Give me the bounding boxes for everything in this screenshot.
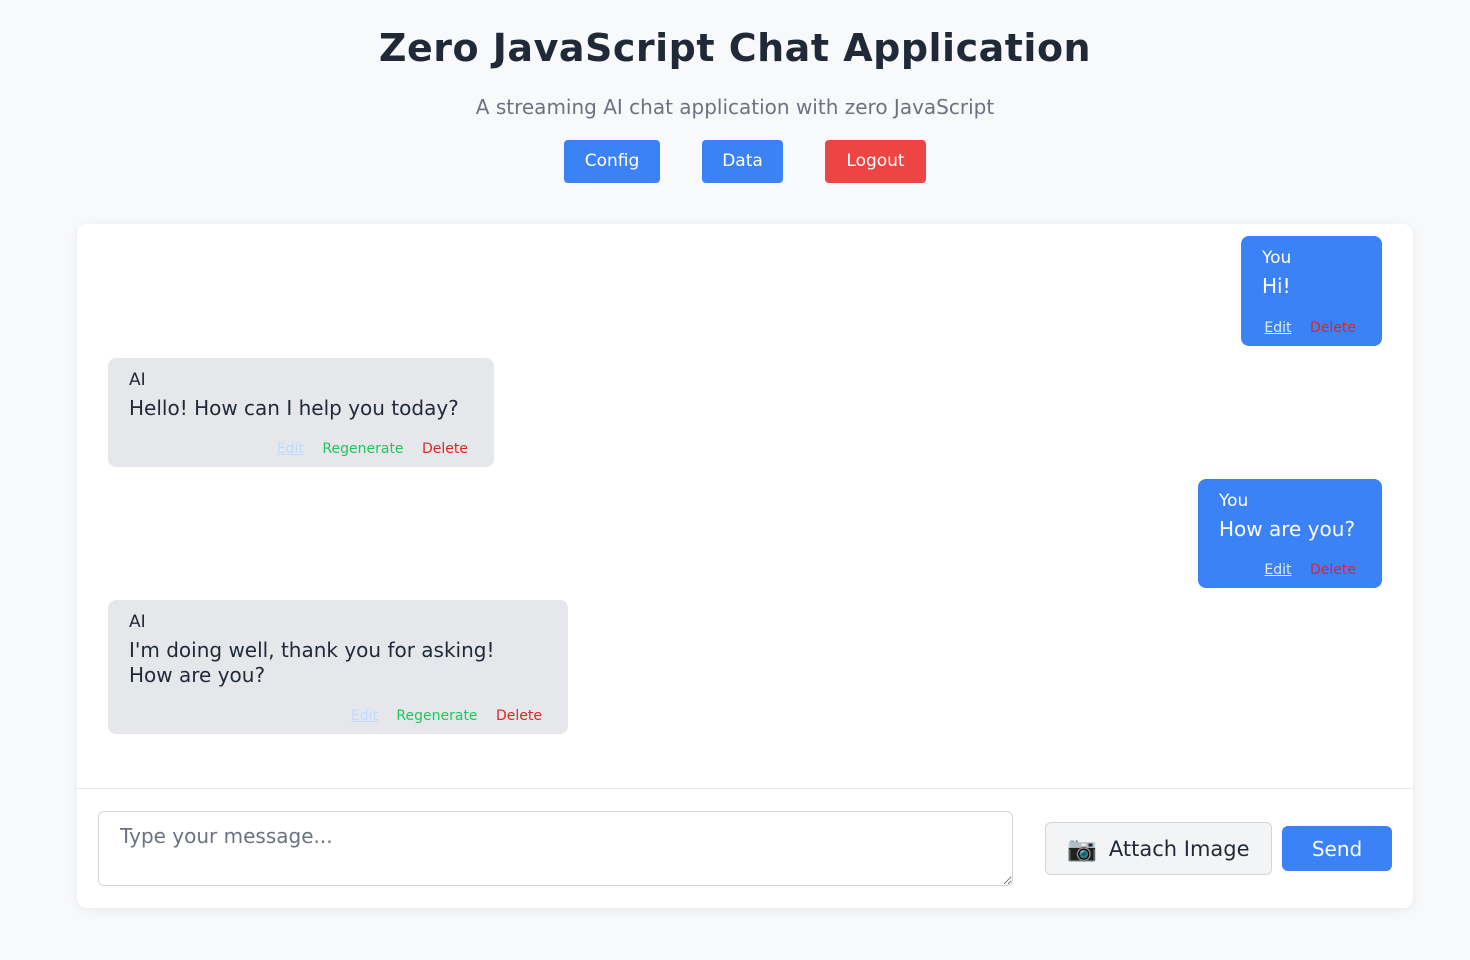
message-user-2: You How are you? Edit Delete	[1198, 479, 1382, 588]
delete-link[interactable]: Delete	[496, 708, 542, 724]
message-actions: Edit Delete	[1250, 562, 1356, 578]
config-button[interactable]: Config	[564, 140, 660, 183]
chat-card: You Hi! Edit Delete AI Hello! How can I …	[77, 224, 1413, 908]
page-title: Zero JavaScript Chat Application	[378, 26, 1092, 70]
page-subtitle: A streaming AI chat application with zer…	[475, 95, 995, 119]
attach-image-button[interactable]: 📷 Attach Image	[1045, 822, 1272, 875]
message-actions: Edit Delete	[1250, 320, 1356, 336]
message-input[interactable]	[98, 811, 1013, 886]
edit-link[interactable]: Edit	[1264, 320, 1291, 336]
attach-image-label: Attach Image	[1108, 836, 1250, 861]
regenerate-link[interactable]: Regenerate	[396, 708, 477, 724]
delete-link[interactable]: Delete	[1310, 320, 1356, 336]
regenerate-link[interactable]: Regenerate	[322, 441, 403, 457]
message-ai-1: AI Hello! How can I help you today? Edit…	[108, 358, 494, 467]
message-actions: Edit Regenerate Delete	[337, 708, 542, 724]
message-text: Hi!	[1262, 274, 1291, 298]
message-text: I'm doing well, thank you for asking! Ho…	[129, 638, 495, 687]
message-sender: AI	[129, 612, 146, 632]
edit-link[interactable]: Edit	[277, 441, 304, 457]
message-sender: AI	[129, 370, 146, 390]
edit-link[interactable]: Edit	[1264, 562, 1291, 578]
message-text: How are you?	[1219, 517, 1356, 541]
camera-icon: 📷	[1067, 834, 1097, 863]
message-actions: Edit Regenerate Delete	[263, 441, 468, 457]
data-button[interactable]: Data	[702, 140, 783, 183]
message-user-1: You Hi! Edit Delete	[1241, 236, 1382, 346]
edit-link[interactable]: Edit	[351, 708, 378, 724]
message-ai-2: AI I'm doing well, thank you for asking!…	[108, 600, 568, 734]
delete-link[interactable]: Delete	[422, 441, 468, 457]
logout-button[interactable]: Logout	[825, 140, 926, 183]
composer-divider	[77, 788, 1413, 789]
message-sender: You	[1262, 248, 1292, 268]
message-text: Hello! How can I help you today?	[129, 396, 459, 420]
top-nav: Config Data Logout	[0, 140, 1470, 183]
delete-link[interactable]: Delete	[1310, 562, 1356, 578]
message-sender: You	[1219, 491, 1249, 511]
send-button[interactable]: Send	[1282, 826, 1392, 871]
